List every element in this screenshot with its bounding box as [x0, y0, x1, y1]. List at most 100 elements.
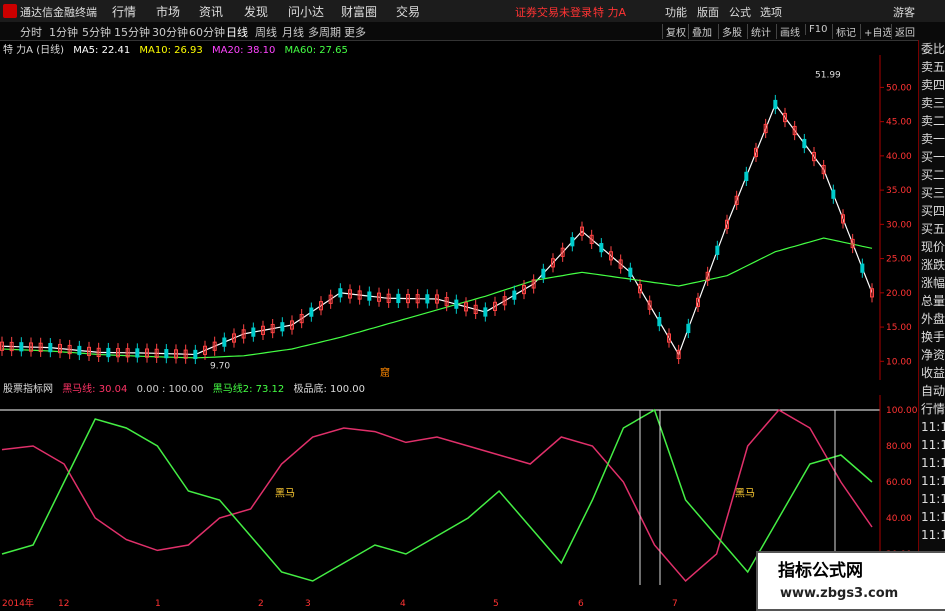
quote-sidebar: 委比 卖五 卖四 卖三 卖二 卖一 买一 买二 买三 买四 买五 现价 涨跌 涨幅 总量 外盘 换手 净资 收益 自动… — [918, 40, 945, 609]
candle-body — [715, 245, 720, 255]
sidebar-item[interactable]: 买四 — [919, 202, 945, 220]
sidebar-item[interactable]: 11:1 — [919, 454, 945, 472]
btn-back[interactable]: 返回 — [891, 24, 915, 39]
menu-trade[interactable]: 交易 — [396, 3, 420, 20]
btn-mark[interactable]: 标记 — [832, 24, 856, 39]
menu-wealth[interactable]: 财富圈 — [341, 3, 377, 20]
candle-body — [193, 349, 198, 360]
menu-function[interactable]: 功能 — [665, 4, 687, 20]
watermark: 指标公式网 www.zbgs3.com — [756, 551, 945, 611]
time-axis-label: 5 — [493, 599, 499, 609]
candle-body — [135, 348, 140, 358]
sidebar-item[interactable]: 涨幅 — [919, 274, 945, 292]
sidebar-item[interactable]: 11:1 — [919, 490, 945, 508]
sidebar-item[interactable]: 卖二 — [919, 112, 945, 130]
candle-body — [338, 288, 343, 298]
time-axis-label: 1 — [155, 599, 161, 609]
sidebar-item[interactable]: 买一 — [919, 148, 945, 166]
btn-overlay[interactable]: 叠加 — [688, 24, 712, 39]
sidebar-item[interactable]: 自动 — [919, 382, 945, 400]
btn-add-watch[interactable]: +自选 — [860, 24, 892, 39]
guest-user[interactable]: 游客 — [893, 4, 915, 20]
menu-options[interactable]: 选项 — [760, 4, 782, 20]
sidebar-item[interactable]: 净资 — [919, 346, 945, 364]
sidebar-item[interactable]: 卖三 — [919, 94, 945, 112]
period-tick[interactable]: 分时 — [20, 24, 42, 40]
indicator-line1: 黑马线: 30.04 — [62, 384, 128, 395]
sidebar-item[interactable]: 现价 — [919, 238, 945, 256]
price-tick-label: 35.00 — [886, 186, 912, 196]
period-1min[interactable]: 1分钟 — [49, 24, 78, 40]
ma-legend: 特 力A (日线) MA5: 22.41 MA10: 26.93 MA20: 3… — [3, 41, 354, 56]
menu-ask[interactable]: 问小达 — [288, 3, 324, 20]
menu-market[interactable]: 市场 — [156, 3, 180, 20]
indicator-tick-label: 100.00 — [886, 406, 918, 416]
period-60min[interactable]: 60分钟 — [189, 24, 225, 40]
low-price-label: 9.70 — [210, 362, 230, 372]
sidebar-item[interactable]: 11:1 — [919, 472, 945, 490]
high-price-label: 51.99 — [815, 71, 841, 81]
btn-draw[interactable]: 画线 — [776, 24, 800, 39]
sidebar-item[interactable]: 换手 — [919, 328, 945, 346]
candle-body — [657, 316, 662, 327]
sidebar-item[interactable]: 卖四 — [919, 76, 945, 94]
sidebar-item[interactable]: 买三 — [919, 184, 945, 202]
btn-stats[interactable]: 统计 — [747, 24, 771, 39]
kline-chart[interactable]: 50.00 45.00 40.00 35.00 30.00 25.00 20.00 15.00… — [0, 55, 918, 380]
menu-news[interactable]: 资讯 — [199, 3, 223, 20]
candle-body — [628, 267, 633, 277]
indicator-legend: 股票指标网 黑马线: 30.04 0.00 : 100.00 黑马线2: 73.… — [3, 380, 371, 395]
sidebar-item[interactable]: 涨跌 — [919, 256, 945, 274]
sidebar-item[interactable]: 11:1 — [919, 526, 945, 544]
sidebar-item[interactable]: 11:1 — [919, 436, 945, 454]
btn-adjust[interactable]: 复权 — [662, 24, 686, 39]
period-30min[interactable]: 30分钟 — [152, 24, 188, 40]
sidebar-item[interactable]: 收益 — [919, 364, 945, 382]
candle-body — [309, 307, 314, 317]
btn-multi-stock[interactable]: 多股 — [718, 24, 742, 39]
price-tick-label: 40.00 — [886, 152, 912, 162]
sidebar-item[interactable]: 卖五 — [919, 58, 945, 76]
candle-body — [831, 189, 836, 199]
candle-body — [280, 322, 285, 332]
menu-discover[interactable]: 发现 — [244, 3, 268, 20]
menu-quotes[interactable]: 行情 — [112, 3, 136, 20]
period-more[interactable]: 更多 — [344, 24, 366, 40]
period-toolbar: 分时 1分钟 5分钟 15分钟 30分钟 60分钟 日线 周线 月线 多周期 更… — [0, 22, 945, 41]
time-axis-label: 12 — [58, 599, 69, 609]
sidebar-item[interactable]: 卖一 — [919, 130, 945, 148]
candle-body — [686, 323, 691, 334]
price-tick-label: 50.00 — [886, 83, 912, 93]
watermark-title: 指标公式网 — [778, 561, 863, 581]
candle-body — [367, 291, 372, 301]
candle-body — [77, 345, 82, 356]
period-5min[interactable]: 5分钟 — [82, 24, 111, 40]
menu-formula[interactable]: 公式 — [729, 4, 751, 20]
sidebar-item[interactable]: 行情 — [919, 400, 945, 418]
period-15min[interactable]: 15分钟 — [114, 24, 150, 40]
sidebar-item[interactable]: 11:1 — [919, 508, 945, 526]
title-bar: 通达信金融终端 行情 市场 资讯 发现 问小达 财富圈 交易 证券交易未登录 特… — [0, 0, 945, 23]
period-weekly[interactable]: 周线 — [255, 24, 277, 40]
period-daily[interactable]: 日线 — [226, 24, 248, 40]
sidebar-item[interactable]: 外盘 — [919, 310, 945, 328]
candle-body — [599, 243, 604, 253]
period-monthly[interactable]: 月线 — [282, 24, 304, 40]
btn-f10[interactable]: F10 — [805, 24, 827, 35]
period-multi[interactable]: 多周期 — [308, 24, 341, 40]
price-tick-label: 20.00 — [886, 289, 912, 299]
sidebar-item[interactable]: 买五 — [919, 220, 945, 238]
time-axis-label: 3 — [305, 599, 311, 609]
price-tick-label: 30.00 — [886, 220, 912, 230]
price-tick-label: 45.00 — [886, 118, 912, 128]
sidebar-item[interactable]: 委比 — [919, 40, 945, 58]
candle-body — [19, 342, 24, 352]
sidebar-item[interactable]: 总量 — [919, 292, 945, 310]
sidebar-item[interactable]: 11:1 — [919, 418, 945, 436]
app-name: 通达信金融终端 — [20, 6, 97, 19]
candle-body — [483, 307, 488, 317]
menu-layout[interactable]: 版面 — [697, 4, 719, 20]
login-status[interactable]: 证券交易未登录 — [515, 4, 592, 20]
candle-body — [425, 294, 430, 304]
sidebar-item[interactable]: 买二 — [919, 166, 945, 184]
